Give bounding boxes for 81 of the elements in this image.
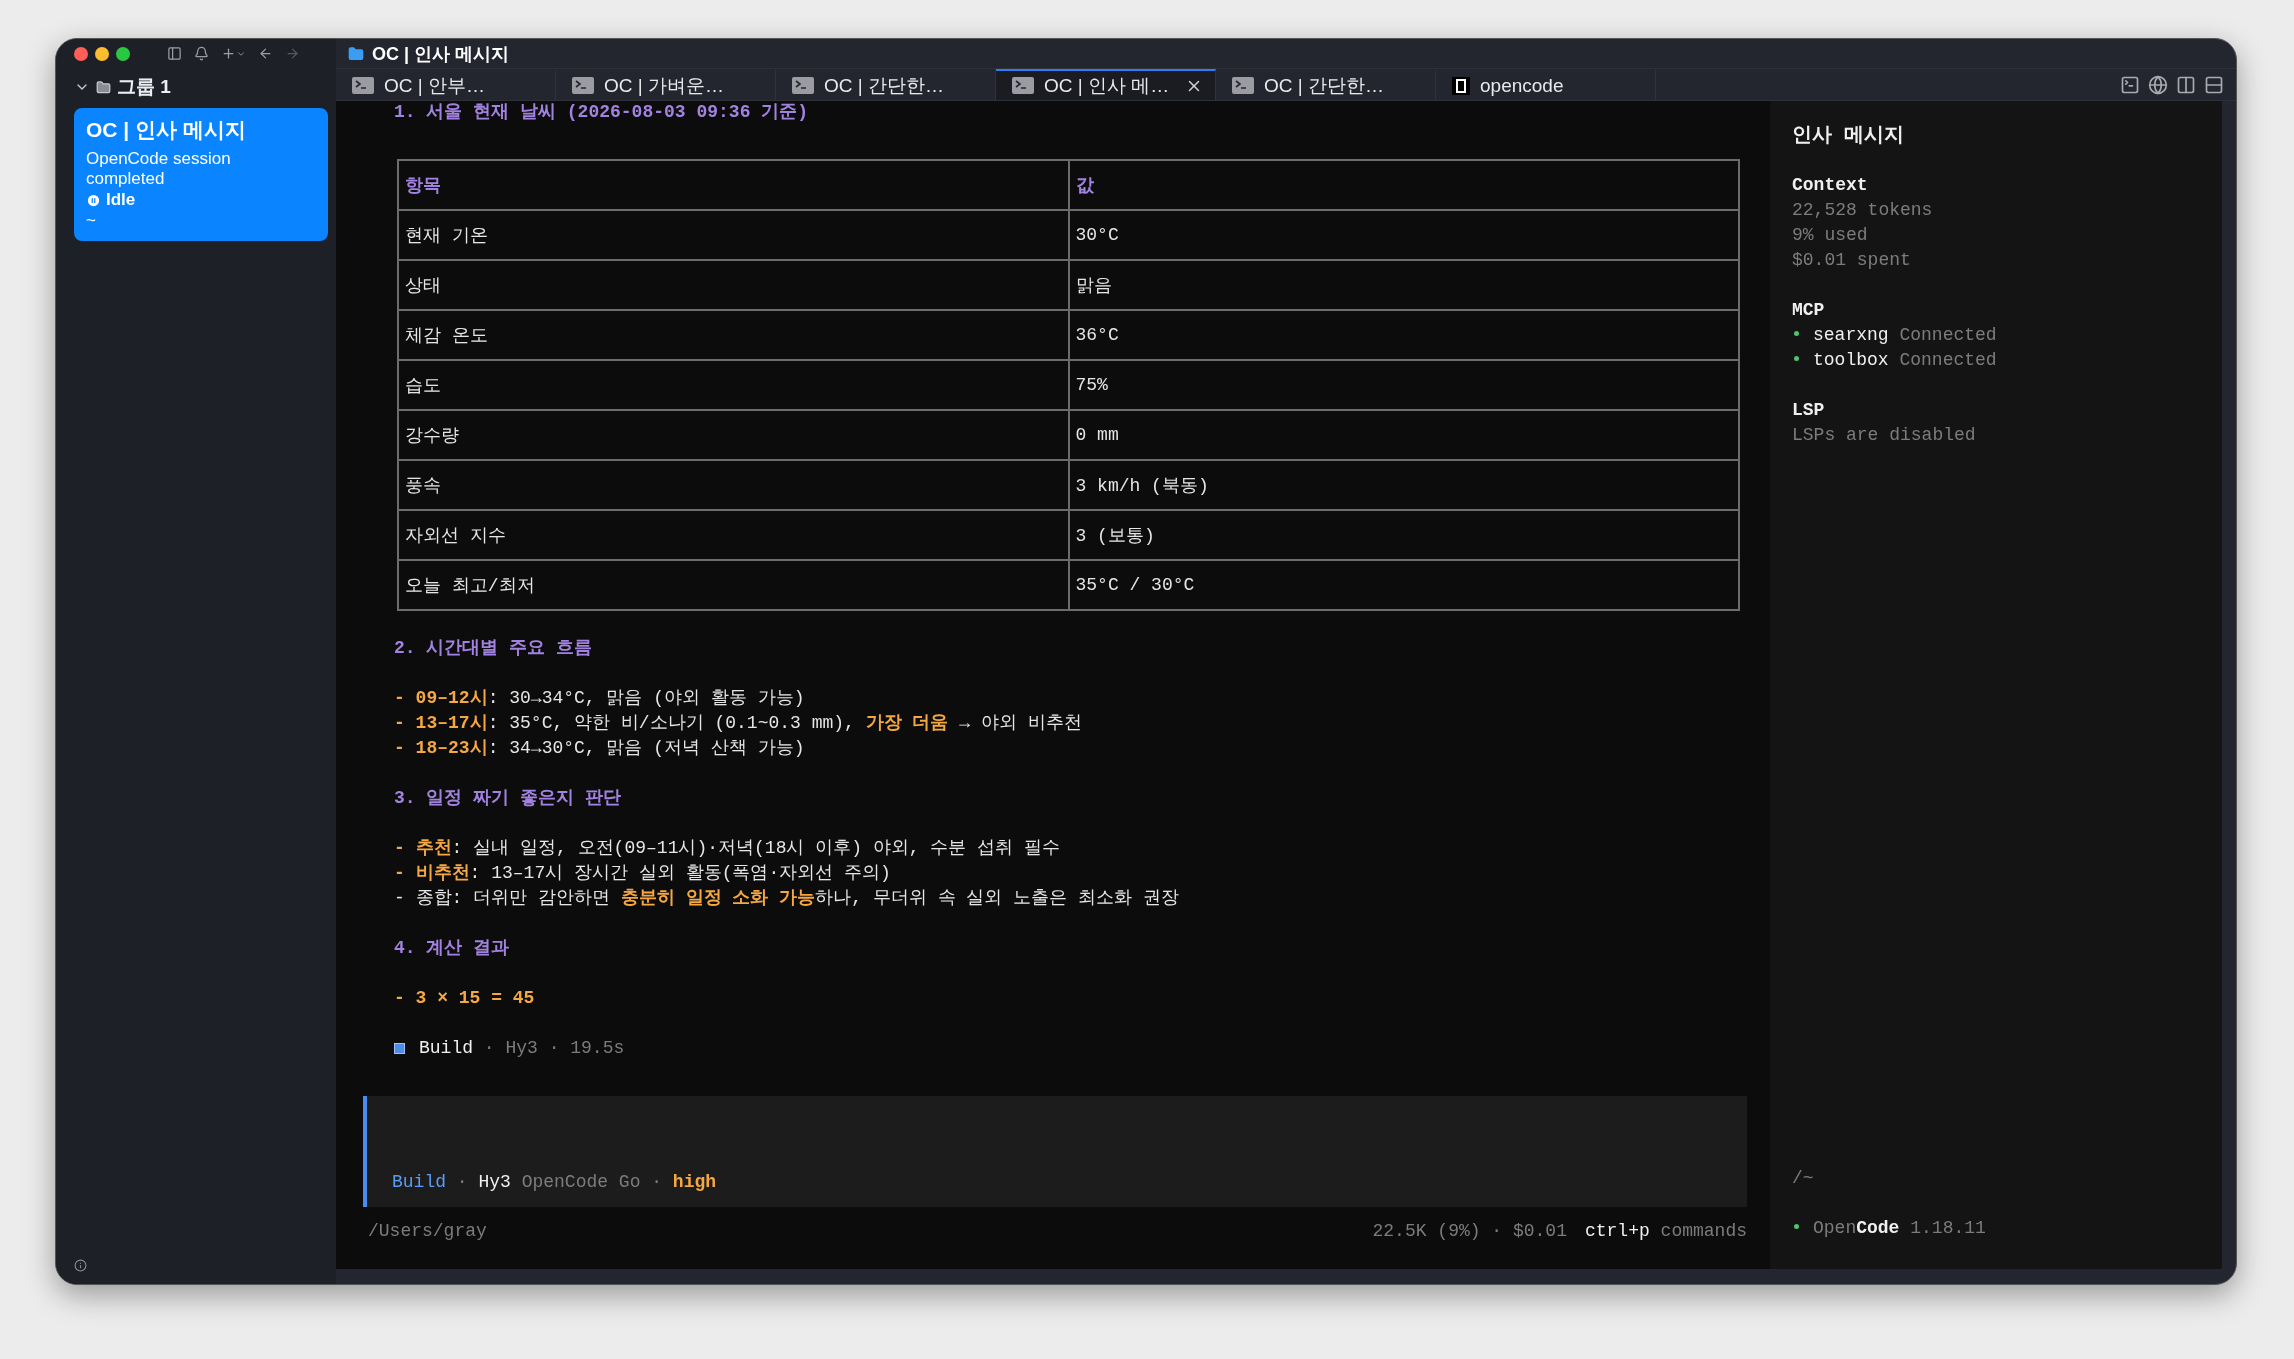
window-title: OC | 인사 메시지 [372,42,510,66]
app-version: OpenCode 1.18.11 [1792,1216,2200,1241]
bullet-line: - 3 × 15 = 45 [394,987,536,1010]
terminal-icon [352,77,374,94]
context-stat: 22,528 tokens [1792,199,1934,222]
table-cell: 35°C / 30°C [1068,560,1739,610]
section-heading: 3. 일정 짜기 좋은지 판단 [394,787,622,810]
globe-icon[interactable] [2148,74,2168,95]
bullet-line: - 추천: 실내 일정, 오전(09–11시)·저녁(18시 이후) 야외, 수분 섭취 필수 [394,837,1062,860]
table-cell: 오늘 최고/최저 [398,560,1069,610]
notifications-icon[interactable] [194,46,209,61]
info-icon[interactable] [74,1259,87,1272]
context-stat: 9% used [1792,224,1869,247]
panel-title: 인사 메시지 [1792,123,1905,149]
table-cell: 체감 온도 [398,310,1069,360]
section-heading: 1. 서울 현재 날씨 (2026-08-03 09:36 기준) [394,101,810,124]
shortcut-key: ctrl+p [1584,1221,1650,1241]
split-horizontal-icon[interactable] [2204,74,2224,95]
session-status: OpenCode session completed [86,149,232,189]
table-cell: 자외선 지수 [398,510,1069,560]
table-cell: 맑음 [1068,260,1739,310]
status-square-icon [394,1043,405,1054]
session-title: OC | 인사 메시지 [86,117,247,143]
table-cell: 상태 [398,260,1069,310]
terminal-icon [572,77,594,94]
table-cell: 습도 [398,360,1069,410]
bullet-line: - 종합: 더위만 감안하면 충분히 일정 소화 가능하나, 무더위 속 실외 노출은 최소화 권장 [394,887,1180,910]
table-cell: 현재 기온 [398,210,1069,260]
shortcut-label: commands [1660,1221,1747,1241]
prompt-input[interactable]: Build · Hy3 OpenCode Go · high [363,1096,1747,1207]
section-heading: 2. 시간대별 주요 흐름 [394,637,593,660]
table-cell: 3 km/h (북동) [1068,460,1739,510]
pause-icon [86,192,101,208]
back-icon[interactable] [258,46,273,61]
sidebar-toggle-icon[interactable] [167,46,182,61]
bullet-line: - 비추천: 13–17시 장시간 실외 활동(폭염·자외선 주의) [394,862,892,885]
bullet-line: - 18–23시: 34→30°C, 맑음 (저녁 산책 가능) [394,737,806,760]
status-dot-icon [1794,355,1799,361]
session-state: Idle [106,190,136,210]
usage-summary: 22.5K (9%) · $0.01 [1372,1221,1567,1241]
split-vertical-icon[interactable] [2176,74,2196,95]
new-tab-menu-icon[interactable] [221,46,246,61]
close-window-button[interactable] [74,46,88,61]
working-directory: /Users/gray [368,1221,487,1241]
terminal-icon [792,77,814,94]
group-label: 그룹 1 [117,75,171,99]
panel-path: /~ [1792,1167,1815,1190]
folder-icon [96,79,111,95]
table-cell: 0 mm [1068,410,1739,460]
zoom-window-button[interactable] [116,46,130,61]
table-cell: 강수량 [398,410,1069,460]
status-dot-icon [1794,1223,1799,1229]
table-cell: 75% [1068,360,1739,410]
table-cell: 36°C [1068,310,1739,360]
lsp-label: LSP [1792,399,1826,422]
session-path: ~ [86,211,97,231]
session-card[interactable]: OC | 인사 메시지 OpenCode session completed Idle ~ [74,108,328,241]
table-header: 항목 [398,160,1069,210]
terminal-icon[interactable] [2120,74,2140,95]
context-stat: $0.01 spent [1792,249,1912,272]
prompt-footer: Build · Hy3 OpenCode Go · high [392,1170,717,1195]
terminal-icon [1012,77,1034,94]
terminal-icon [1232,77,1254,94]
table-cell: 3 (보통) [1068,510,1739,560]
minimize-window-button[interactable] [95,46,109,61]
mcp-server: searxng Connected [1792,323,2200,348]
context-label: Context [1792,174,1869,197]
folder-icon [348,45,364,62]
status-dot-icon [1794,330,1799,336]
table-cell: 30°C [1068,210,1739,260]
section-heading: 4. 계산 결과 [394,937,511,960]
bullet-line: - 09–12시: 30→34°C, 맑음 (야외 활동 가능) [394,687,806,710]
mcp-label: MCP [1792,299,1826,322]
mcp-server: toolbox Connected [1792,348,2200,373]
lsp-status: LSPs are disabled [1792,424,1977,447]
tab[interactable]: OC | 인사 메… [996,69,1216,100]
app-icon [1452,76,1470,95]
run-info: Build · Hy3 · 19.5s [419,1037,625,1060]
table-cell: 풍속 [398,460,1069,510]
table-header: 값 [1068,160,1739,210]
bullet-line: - 13–17시: 35°C, 약한 비/소나기 (0.1~0.3 mm), 가장 더움 → 야외 비추천 [394,712,1083,735]
